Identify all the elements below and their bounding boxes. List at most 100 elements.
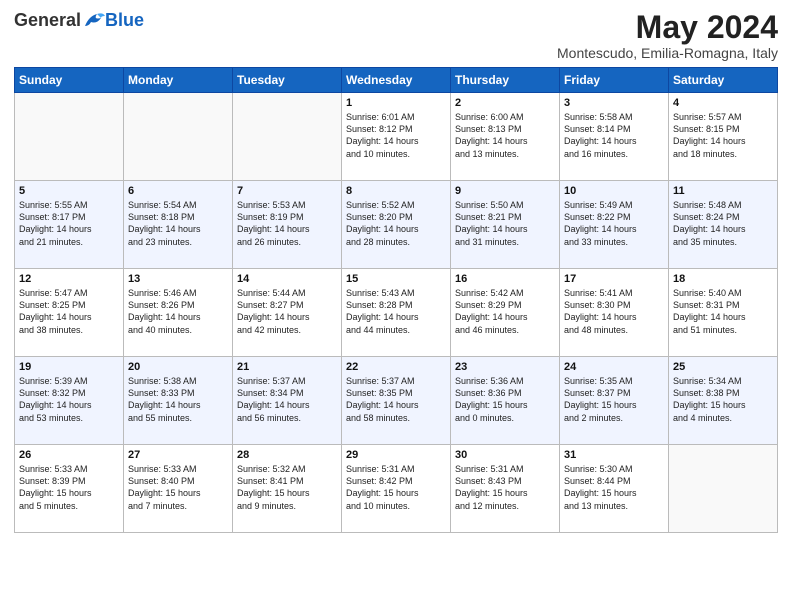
day-number: 2 (455, 97, 555, 109)
calendar-day-cell: 7Sunrise: 5:53 AM Sunset: 8:19 PM Daylig… (233, 181, 342, 269)
day-info: Sunrise: 5:33 AM Sunset: 8:39 PM Dayligh… (19, 463, 119, 512)
calendar-day-cell: 24 Sunrise: 5:35 AM Sunset: 8:37 PM Dayli… (560, 357, 669, 445)
calendar-day-cell: 25 Sunrise: 5:34 AM Sunset: 8:38 PM Dayli… (669, 357, 778, 445)
day-number: 8 (346, 185, 446, 197)
day-number: 4 (673, 97, 773, 109)
calendar-day-cell: 26 Sunrise: 5:33 AM Sunset: 8:39 PM Dayli… (15, 445, 124, 533)
calendar-day-cell: 6 Sunrise: 5:54 AM Sunset: 8:18 PM Daylig… (124, 181, 233, 269)
day-number: 3 (564, 97, 664, 109)
day-number: 24 (564, 361, 664, 373)
calendar-day-cell: 28 Sunrise: 5:32 AM Sunset: 8:41 PM Dayli… (233, 445, 342, 533)
calendar-day-cell: 13 Sunrise: 5:46 AM Sunset: 8:26 PM Dayli… (124, 269, 233, 357)
day-info: Sunrise: 5:31 AM Sunset: 8:43 PM Dayligh… (455, 463, 555, 512)
day-info: Sunrise: 5:35 AM Sunset: 8:37 PM Dayligh… (564, 375, 664, 424)
day-number: 11 (673, 185, 773, 197)
day-info: Sunrise: 6:01 AM Sunset: 8:12 PM Dayligh… (346, 111, 446, 160)
day-number: 7 (237, 185, 337, 197)
day-info: Sunrise: 5:49 AM Sunset: 8:22 PM Dayligh… (564, 199, 664, 248)
calendar-day-cell: 1 Sunrise: 6:01 AM Sunset: 8:12 PM Daylig… (342, 93, 451, 181)
calendar-day-header: Saturday (669, 68, 778, 93)
day-info: Sunrise: 5:58 AM Sunset: 8:14 PM Dayligh… (564, 111, 664, 160)
day-info: Sunrise: 5:34 AM Sunset: 8:38 PM Dayligh… (673, 375, 773, 424)
day-number: 25 (673, 361, 773, 373)
day-number: 1 (346, 97, 446, 109)
calendar-day-cell: 16Sunrise: 5:42 AM Sunset: 8:29 PM Dayli… (451, 269, 560, 357)
day-info: Sunrise: 5:31 AM Sunset: 8:42 PM Dayligh… (346, 463, 446, 512)
day-number: 18 (673, 273, 773, 285)
day-info: Sunrise: 5:42 AM Sunset: 8:29 PM Dayligh… (455, 287, 555, 336)
day-info: Sunrise: 5:33 AM Sunset: 8:40 PM Dayligh… (128, 463, 228, 512)
calendar-day-cell: 18Sunrise: 5:40 AM Sunset: 8:31 PM Dayli… (669, 269, 778, 357)
logo: General Blue (14, 10, 144, 31)
calendar-day-header: Thursday (451, 68, 560, 93)
calendar-day-cell (233, 93, 342, 181)
calendar-day-cell: 11 Sunrise: 5:48 AM Sunset: 8:24 PM Dayli… (669, 181, 778, 269)
day-info: Sunrise: 5:47 AM Sunset: 8:25 PM Dayligh… (19, 287, 119, 336)
day-number: 9 (455, 185, 555, 197)
day-number: 27 (128, 449, 228, 461)
calendar-day-cell: 15 Sunrise: 5:43 AM Sunset: 8:28 PM Dayli… (342, 269, 451, 357)
calendar-day-cell: 17Sunrise: 5:41 AM Sunset: 8:30 PM Dayli… (560, 269, 669, 357)
day-number: 12 (19, 273, 119, 285)
calendar-week-row: 5Sunrise: 5:55 AM Sunset: 8:17 PM Daylig… (15, 181, 778, 269)
day-number: 10 (564, 185, 664, 197)
day-info: Sunrise: 5:54 AM Sunset: 8:18 PM Dayligh… (128, 199, 228, 248)
day-number: 15 (346, 273, 446, 285)
calendar-week-row: 12 Sunrise: 5:47 AM Sunset: 8:25 PM Dayli… (15, 269, 778, 357)
day-number: 19 (19, 361, 119, 373)
calendar-day-cell: 4 Sunrise: 5:57 AM Sunset: 8:15 PM Daylig… (669, 93, 778, 181)
calendar-day-header: Tuesday (233, 68, 342, 93)
calendar-day-cell: 20 Sunrise: 5:38 AM Sunset: 8:33 PM Dayli… (124, 357, 233, 445)
calendar-day-cell: 10 Sunrise: 5:49 AM Sunset: 8:22 PM Dayli… (560, 181, 669, 269)
day-info: Sunrise: 5:36 AM Sunset: 8:36 PM Dayligh… (455, 375, 555, 424)
month-title: May 2024 (557, 10, 778, 45)
day-number: 30 (455, 449, 555, 461)
day-info: Sunrise: 5:46 AM Sunset: 8:26 PM Dayligh… (128, 287, 228, 336)
calendar-week-row: 1 Sunrise: 6:01 AM Sunset: 8:12 PM Daylig… (15, 93, 778, 181)
calendar-day-cell: 14 Sunrise: 5:44 AM Sunset: 8:27 PM Dayli… (233, 269, 342, 357)
calendar-day-cell (124, 93, 233, 181)
day-info: Sunrise: 5:37 AM Sunset: 8:35 PM Dayligh… (346, 375, 446, 424)
calendar-day-cell (15, 93, 124, 181)
day-number: 20 (128, 361, 228, 373)
calendar-day-header: Sunday (15, 68, 124, 93)
page: General Blue May 2024 Montescudo, Emilia… (0, 0, 792, 612)
day-info: Sunrise: 5:30 AM Sunset: 8:44 PM Dayligh… (564, 463, 664, 512)
calendar-day-cell: 21Sunrise: 5:37 AM Sunset: 8:34 PM Dayli… (233, 357, 342, 445)
location-subtitle: Montescudo, Emilia-Romagna, Italy (557, 45, 778, 61)
day-number: 5 (19, 185, 119, 197)
day-info: Sunrise: 5:43 AM Sunset: 8:28 PM Dayligh… (346, 287, 446, 336)
calendar-week-row: 26 Sunrise: 5:33 AM Sunset: 8:39 PM Dayli… (15, 445, 778, 533)
calendar-day-cell: 31 Sunrise: 5:30 AM Sunset: 8:44 PM Dayli… (560, 445, 669, 533)
calendar-day-header: Monday (124, 68, 233, 93)
day-number: 14 (237, 273, 337, 285)
logo-blue-text: Blue (105, 10, 144, 31)
calendar-week-row: 19 Sunrise: 5:39 AM Sunset: 8:32 PM Dayli… (15, 357, 778, 445)
day-number: 23 (455, 361, 555, 373)
day-number: 22 (346, 361, 446, 373)
calendar-day-cell: 2Sunrise: 6:00 AM Sunset: 8:13 PM Daylig… (451, 93, 560, 181)
calendar-day-cell: 22 Sunrise: 5:37 AM Sunset: 8:35 PM Dayli… (342, 357, 451, 445)
day-info: Sunrise: 5:44 AM Sunset: 8:27 PM Dayligh… (237, 287, 337, 336)
day-number: 13 (128, 273, 228, 285)
calendar-day-cell: 5Sunrise: 5:55 AM Sunset: 8:17 PM Daylig… (15, 181, 124, 269)
calendar-day-cell (669, 445, 778, 533)
day-number: 28 (237, 449, 337, 461)
day-number: 26 (19, 449, 119, 461)
calendar-day-cell: 30 Sunrise: 5:31 AM Sunset: 8:43 PM Dayli… (451, 445, 560, 533)
day-info: Sunrise: 5:37 AM Sunset: 8:34 PM Dayligh… (237, 375, 337, 424)
day-info: Sunrise: 5:57 AM Sunset: 8:15 PM Dayligh… (673, 111, 773, 160)
title-block: May 2024 Montescudo, Emilia-Romagna, Ita… (557, 10, 778, 61)
calendar-day-cell: 23 Sunrise: 5:36 AM Sunset: 8:36 PM Dayli… (451, 357, 560, 445)
day-info: Sunrise: 5:38 AM Sunset: 8:33 PM Dayligh… (128, 375, 228, 424)
day-info: Sunrise: 5:50 AM Sunset: 8:21 PM Dayligh… (455, 199, 555, 248)
day-info: Sunrise: 5:32 AM Sunset: 8:41 PM Dayligh… (237, 463, 337, 512)
day-info: Sunrise: 5:48 AM Sunset: 8:24 PM Dayligh… (673, 199, 773, 248)
calendar-day-cell: 9 Sunrise: 5:50 AM Sunset: 8:21 PM Daylig… (451, 181, 560, 269)
calendar-day-cell: 3 Sunrise: 5:58 AM Sunset: 8:14 PM Daylig… (560, 93, 669, 181)
day-info: Sunrise: 5:39 AM Sunset: 8:32 PM Dayligh… (19, 375, 119, 424)
day-info: Sunrise: 5:41 AM Sunset: 8:30 PM Dayligh… (564, 287, 664, 336)
day-number: 31 (564, 449, 664, 461)
day-number: 6 (128, 185, 228, 197)
day-info: Sunrise: 5:52 AM Sunset: 8:20 PM Dayligh… (346, 199, 446, 248)
